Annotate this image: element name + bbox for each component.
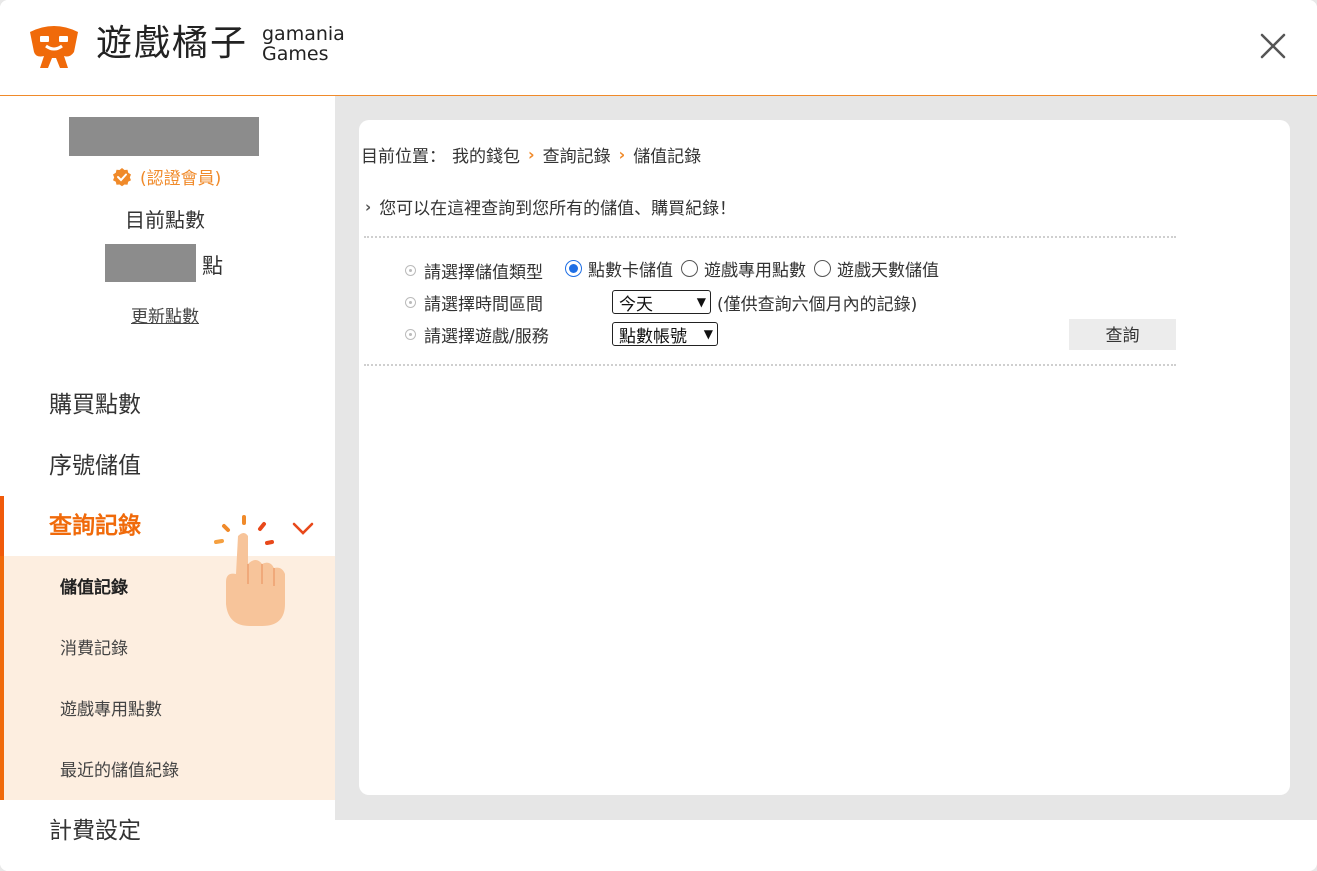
verified-badge: (認證會員)	[112, 164, 221, 189]
verified-label: (認證會員)	[140, 169, 222, 189]
radio-game-points[interactable]: 遊戲專用點數	[681, 256, 806, 281]
time-range-value: 今天	[619, 294, 653, 315]
submenu-topup-records[interactable]: 儲值記錄	[60, 576, 128, 600]
verified-check-icon	[113, 167, 131, 186]
radio-point-card-label: 點數卡儲值	[588, 261, 673, 281]
radio-unselected-icon[interactable]	[814, 260, 831, 277]
content-panel: 目前位置： 我的錢包 › 查詢記錄 › 儲值記錄 › 您可以在這裡查詢到您所有的…	[359, 120, 1290, 795]
gamania-logo-icon	[30, 26, 78, 68]
pointer-hand-icon	[214, 515, 285, 626]
chevron-right-icon: ›	[528, 145, 535, 164]
breadcrumb-wallet[interactable]: 我的錢包	[452, 142, 520, 167]
radio-game-points-label: 遊戲專用點數	[704, 261, 806, 281]
divider-top	[364, 236, 1176, 238]
breadcrumb: 目前位置： 我的錢包 › 查詢記錄 › 儲值記錄	[361, 142, 701, 167]
nav-query-records-label: 查詢記錄	[49, 513, 141, 539]
masked-points	[105, 244, 196, 282]
breadcrumb-topup-records: 儲值記錄	[633, 147, 702, 167]
arrow-right-icon: ›	[365, 197, 372, 216]
time-range-note: (僅供查詢六個月內的記錄)	[717, 295, 918, 315]
close-icon[interactable]	[1255, 28, 1291, 64]
service-label: 請選擇遊戲/服務	[424, 327, 549, 347]
nav-serial-topup[interactable]: 序號儲值	[0, 436, 335, 496]
bullet-icon	[405, 297, 416, 308]
bullet-icon	[405, 265, 416, 276]
submenu-spending-records[interactable]: 消費記錄	[60, 637, 128, 661]
time-range-select[interactable]: 今天 ▼	[612, 290, 711, 315]
breadcrumb-query-records[interactable]: 查詢記錄	[543, 142, 611, 167]
radio-game-days[interactable]: 遊戲天數儲值	[814, 256, 939, 281]
service-select[interactable]: 點數帳號 ▼	[612, 322, 718, 347]
chevron-down-icon: ▼	[703, 327, 713, 341]
chevron-right-icon: ›	[618, 145, 626, 164]
brand-english-line2: Games	[262, 43, 329, 65]
intro-message: 您可以在這裡查詢到您所有的儲值、購買紀錄！	[379, 199, 737, 219]
nav-buy-points[interactable]: 購買點數	[0, 375, 335, 435]
radio-selected-icon[interactable]	[565, 260, 582, 277]
time-range-label: 請選擇時間區間	[424, 295, 543, 315]
points-unit: 點	[202, 254, 223, 278]
query-button[interactable]: 查詢	[1069, 319, 1176, 350]
submenu-game-points[interactable]: 遊戲專用點數	[60, 698, 162, 722]
nav-billing-settings[interactable]: 計費設定	[0, 801, 335, 861]
service-value: 點數帳號	[619, 326, 687, 347]
brand-english: gamania Games	[262, 24, 345, 64]
wallet-window: 遊戲橘子 gamania Games (認證會員) 目前點數 點 更新點數 購買…	[0, 0, 1317, 871]
points-label: 目前點數	[125, 208, 205, 232]
user-info: (認證會員) 目前點數 點 更新點數	[0, 96, 335, 356]
radio-point-card[interactable]: 點數卡儲值	[565, 256, 673, 281]
header: 遊戲橘子 gamania Games	[0, 0, 1317, 96]
masked-username	[69, 117, 259, 156]
sidebar: (認證會員) 目前點數 點 更新點數 購買點數 序號儲值 查詢記錄 儲值記錄 消…	[0, 96, 335, 871]
refresh-points-link[interactable]: 更新點數	[0, 302, 330, 327]
brand-name: 遊戲橘子	[96, 23, 249, 64]
bullet-icon	[405, 329, 416, 340]
radio-unselected-icon[interactable]	[681, 260, 698, 277]
service-row: 請選擇遊戲/服務	[405, 322, 549, 347]
topup-type-row: 請選擇儲值類型	[405, 258, 543, 283]
topup-type-radio-group: 點數卡儲值 遊戲專用點數 遊戲天數儲值	[565, 256, 947, 281]
topup-type-label: 請選擇儲值類型	[424, 263, 543, 283]
time-range-row: 請選擇時間區間	[405, 290, 543, 315]
chevron-down-icon: ▼	[696, 295, 706, 309]
radio-game-days-label: 遊戲天數儲值	[837, 261, 939, 281]
intro-text: › 您可以在這裡查詢到您所有的儲值、購買紀錄！	[365, 194, 737, 220]
divider-bottom	[364, 364, 1176, 366]
brand-english-line1: gamania	[262, 23, 345, 45]
breadcrumb-prefix: 目前位置：	[361, 147, 446, 167]
submenu-recent-topups[interactable]: 最近的儲值紀錄	[60, 759, 179, 783]
